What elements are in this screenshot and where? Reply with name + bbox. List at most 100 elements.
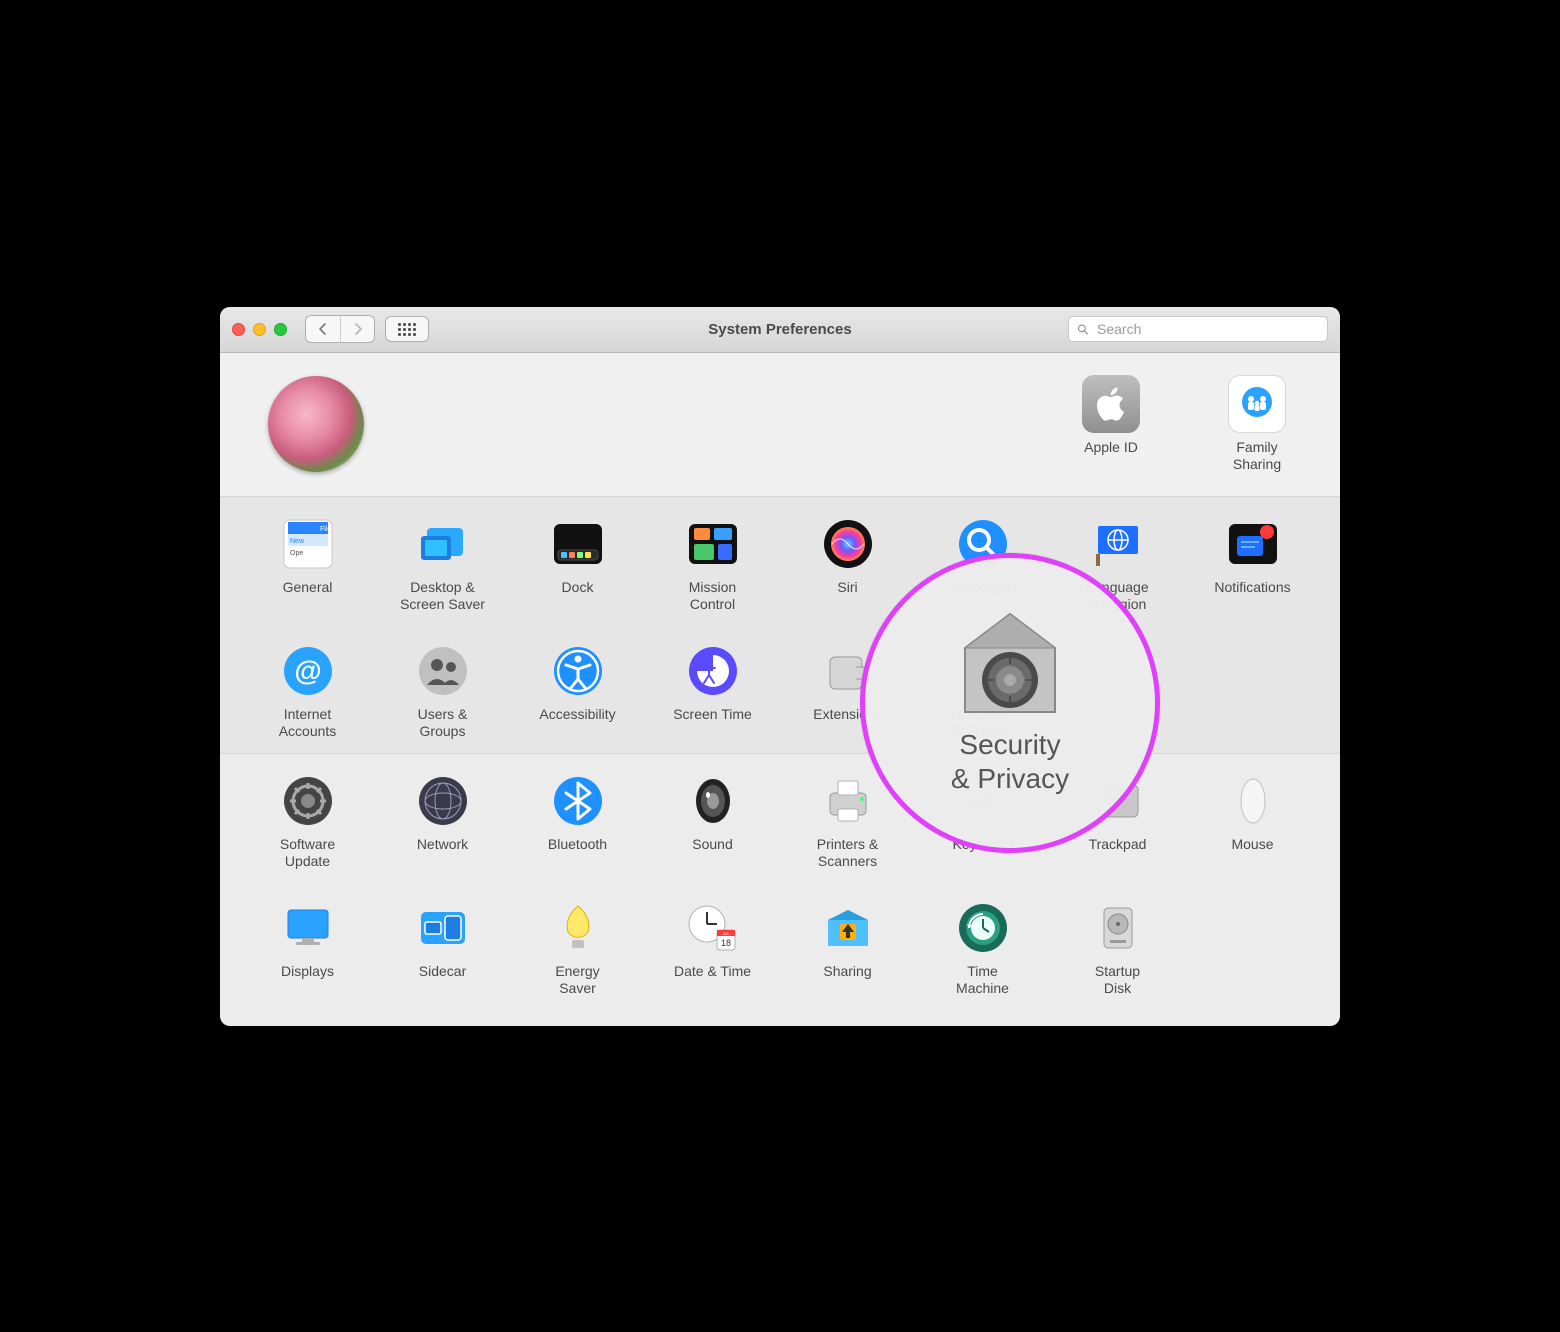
- siri-icon: [819, 515, 877, 573]
- pref-notifications[interactable]: Notifications: [1185, 515, 1320, 614]
- pref-displays[interactable]: Displays: [240, 899, 375, 998]
- minimize-button[interactable]: [253, 323, 266, 336]
- back-button[interactable]: [306, 316, 340, 342]
- pref-spotlight[interactable]: Spotlight: [915, 515, 1050, 614]
- svg-text:New: New: [290, 538, 305, 545]
- printers-scanners-icon: [819, 772, 877, 830]
- pref-internet-accounts[interactable]: @ Internet Accounts: [240, 642, 375, 741]
- pref-apple-id[interactable]: Apple ID: [1056, 375, 1166, 474]
- pref-dock-label: Dock: [562, 579, 594, 597]
- pref-displays-label: Displays: [281, 963, 334, 981]
- pref-network[interactable]: Network: [375, 772, 510, 871]
- sidecar-icon: [414, 899, 472, 957]
- network-icon: [414, 772, 472, 830]
- pref-notifications-label: Notifications: [1214, 579, 1290, 597]
- pref-energy-saver[interactable]: Energy Saver: [510, 899, 645, 998]
- pref-network-label: Network: [417, 836, 468, 854]
- forward-button[interactable]: [340, 316, 374, 342]
- pref-bluetooth-label: Bluetooth: [548, 836, 607, 854]
- pref-sound[interactable]: Sound: [645, 772, 780, 871]
- accessibility-icon: [549, 642, 607, 700]
- pref-software-update[interactable]: Software Update: [240, 772, 375, 871]
- mouse-icon: [1224, 772, 1282, 830]
- svg-text:Ope: Ope: [290, 550, 303, 557]
- time-machine-icon: [954, 899, 1012, 957]
- svg-text:18: 18: [720, 938, 730, 948]
- pref-desktop-label: Desktop & Screen Saver: [400, 579, 485, 614]
- section-personal: File New Ope General Desktop & Screen Save…: [220, 496, 1340, 754]
- internet-accounts-icon: @: [279, 642, 337, 700]
- users-groups-icon: [414, 642, 472, 700]
- svg-text:@: @: [294, 655, 321, 686]
- pref-family-sharing-label: Family Sharing: [1233, 439, 1281, 474]
- pref-screen-time[interactable]: Screen Time: [645, 642, 780, 741]
- software-update-icon: [279, 772, 337, 830]
- pref-spotlight-label: Spotlight: [955, 579, 1009, 597]
- grid-icon: [398, 323, 416, 336]
- bluetooth-icon: [549, 772, 607, 830]
- pref-extensions[interactable]: Extensions: [780, 642, 915, 741]
- pref-trackpad[interactable]: Trackpad: [1050, 772, 1185, 871]
- maximize-button[interactable]: [274, 323, 287, 336]
- pref-accessibility-label: Accessibility: [539, 706, 615, 724]
- pref-sidecar[interactable]: Sidecar: [375, 899, 510, 998]
- nav-buttons: [305, 315, 375, 343]
- pref-language-region[interactable]: Language & Region: [1050, 515, 1185, 614]
- chevron-right-icon: [353, 323, 363, 335]
- dock-icon: [549, 515, 607, 573]
- pref-keyboard[interactable]: Keyboard: [915, 772, 1050, 871]
- notifications-icon: [1224, 515, 1282, 573]
- screen-time-icon: [684, 642, 742, 700]
- pref-siri[interactable]: Siri: [780, 515, 915, 614]
- pref-security-privacy[interactable]: Security & Privacy: [915, 642, 1050, 741]
- pref-startup-disk[interactable]: Startup Disk: [1050, 899, 1185, 998]
- pref-software-update-label: Software Update: [280, 836, 335, 871]
- pref-printers-scanners-label: Printers & Scanners: [817, 836, 878, 871]
- pref-general[interactable]: File New Ope General: [240, 515, 375, 614]
- pref-energy-saver-label: Energy Saver: [555, 963, 599, 998]
- general-icon: File New Ope: [279, 515, 337, 573]
- desktop-icon: [414, 515, 472, 573]
- energy-saver-icon: [549, 899, 607, 957]
- user-avatar[interactable]: [268, 376, 364, 472]
- pref-desktop[interactable]: Desktop & Screen Saver: [375, 515, 510, 614]
- pref-accessibility[interactable]: Accessibility: [510, 642, 645, 741]
- startup-disk-icon: [1089, 899, 1147, 957]
- search-field[interactable]: [1068, 316, 1328, 342]
- pref-screen-time-label: Screen Time: [673, 706, 752, 724]
- pref-mouse[interactable]: Mouse: [1185, 772, 1320, 871]
- svg-text:File: File: [320, 526, 331, 533]
- keyboard-icon: [954, 772, 1012, 830]
- date-time-icon: JUL 18: [684, 899, 742, 957]
- spotlight-icon: [954, 515, 1012, 573]
- pref-sharing-label: Sharing: [823, 963, 871, 981]
- pref-printers-scanners[interactable]: Printers & Scanners: [780, 772, 915, 871]
- pref-mouse-label: Mouse: [1231, 836, 1273, 854]
- sharing-icon: [819, 899, 877, 957]
- system-preferences-window: System Preferences Apple ID: [220, 307, 1340, 1026]
- pref-date-time[interactable]: JUL18 Date & Time: [645, 899, 780, 998]
- search-input[interactable]: [1095, 320, 1319, 338]
- titlebar: System Preferences: [220, 307, 1340, 353]
- svg-text:JUL: JUL: [722, 931, 730, 936]
- close-button[interactable]: [232, 323, 245, 336]
- language-region-icon: [1089, 515, 1147, 573]
- displays-icon: [279, 899, 337, 957]
- pref-bluetooth[interactable]: Bluetooth: [510, 772, 645, 871]
- pref-dock[interactable]: Dock: [510, 515, 645, 614]
- pref-users-groups[interactable]: Users & Groups: [375, 642, 510, 741]
- extensions-icon: [819, 642, 877, 700]
- pref-trackpad-label: Trackpad: [1089, 836, 1147, 854]
- pref-general-label: General: [283, 579, 333, 597]
- sound-icon: [684, 772, 742, 830]
- pref-time-machine-label: Time Machine: [956, 963, 1009, 998]
- content: Apple ID Family Sharing: [220, 353, 1340, 1026]
- chevron-left-icon: [318, 323, 328, 335]
- pref-sharing[interactable]: Sharing: [780, 899, 915, 998]
- show-all-button[interactable]: [385, 316, 429, 342]
- pref-mission-control[interactable]: Mission Control: [645, 515, 780, 614]
- pref-time-machine[interactable]: Time Machine: [915, 899, 1050, 998]
- pref-security-privacy-label: Security & Privacy: [953, 706, 1012, 741]
- security-privacy-icon: [954, 642, 1012, 700]
- pref-family-sharing[interactable]: Family Sharing: [1202, 375, 1312, 474]
